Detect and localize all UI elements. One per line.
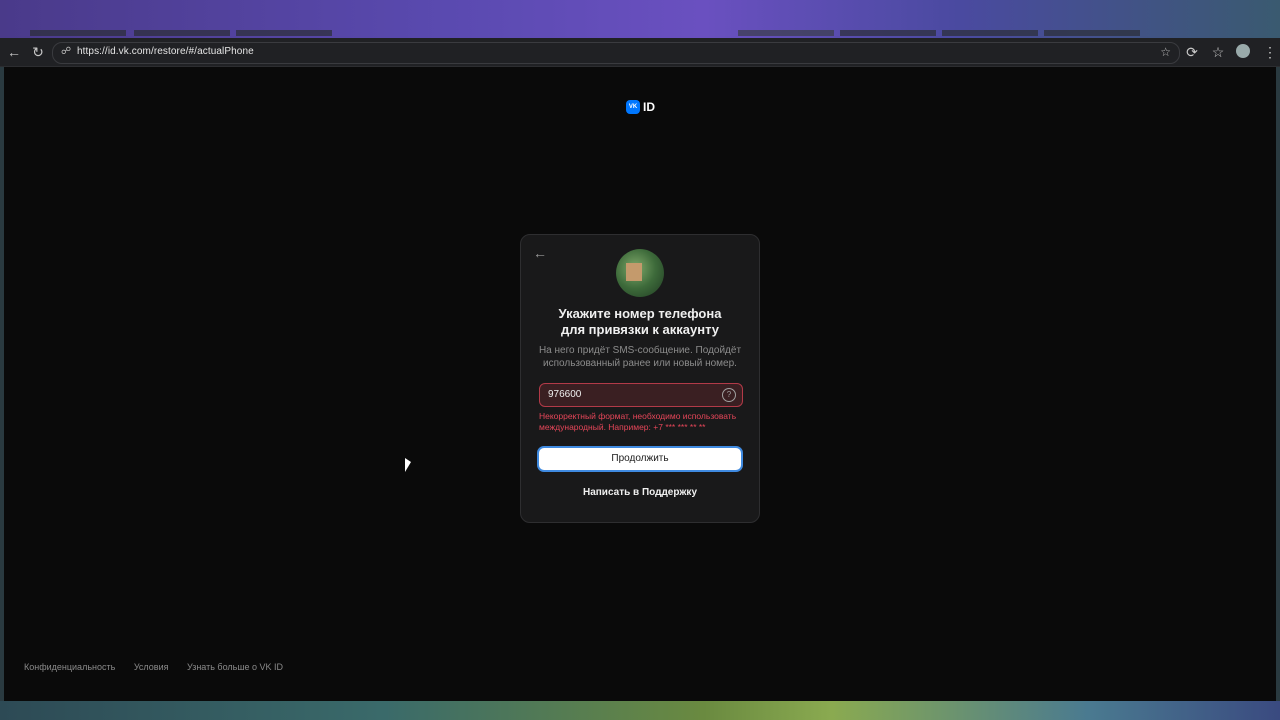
continue-button[interactable]: Продолжить: [537, 446, 743, 472]
browser-tab[interactable]: [30, 30, 126, 36]
user-avatar: [616, 249, 664, 297]
favorites-icon[interactable]: ☆: [1210, 44, 1226, 60]
card-title: Укажите номер телефона для привязки к ак…: [558, 306, 722, 337]
browser-tab[interactable]: [236, 30, 332, 36]
browser-tab-active[interactable]: [738, 30, 834, 36]
browser-tab[interactable]: [840, 30, 936, 36]
question-icon[interactable]: ?: [722, 388, 736, 402]
reload-icon[interactable]: ↻: [30, 44, 46, 60]
browser-tab[interactable]: [942, 30, 1038, 36]
terms-link[interactable]: Условия: [134, 662, 169, 672]
more-menu-icon[interactable]: ⋮: [1262, 44, 1278, 60]
card-subtitle: На него придёт SMS-сообщение. Подойдёт и…: [538, 345, 742, 369]
phone-input[interactable]: 976600 ?: [539, 383, 743, 407]
logo-text: ID: [643, 100, 655, 114]
profile-avatar[interactable]: [1236, 44, 1250, 58]
phone-input-value[interactable]: 976600: [548, 389, 581, 400]
address-bar[interactable]: ☍ https://id.vk.com/restore/#/actualPhon…: [52, 42, 1180, 64]
footer-links: Конфиденциальность Условия Узнать больше…: [24, 662, 299, 672]
browser-tab[interactable]: [134, 30, 230, 36]
mouse-cursor: [405, 458, 411, 472]
url-text[interactable]: https://id.vk.com/restore/#/actualPhone: [77, 46, 254, 57]
back-arrow-icon[interactable]: ←: [6, 44, 22, 60]
privacy-link[interactable]: Конфиденциальность: [24, 662, 115, 672]
star-icon[interactable]: ☆: [1160, 45, 1171, 59]
about-link[interactable]: Узнать больше о VK ID: [187, 662, 283, 672]
support-link[interactable]: Написать в Поддержку: [521, 487, 759, 498]
phone-card: ← Укажите номер телефона для привязки к …: [520, 234, 760, 523]
page-content: VK ID ← Укажите номер телефона для привя…: [4, 67, 1276, 701]
error-message: Некорректный формат, необходимо использо…: [539, 411, 737, 432]
browser-tab[interactable]: [1044, 30, 1140, 36]
site-info-icon[interactable]: ☍: [61, 46, 73, 58]
back-arrow-icon[interactable]: ←: [533, 245, 547, 261]
extensions-icon[interactable]: ⟳: [1184, 44, 1200, 60]
browser-toolbar: ← ↻ ☍ https://id.vk.com/restore/#/actual…: [0, 38, 1280, 67]
vk-logo-icon: VK: [626, 100, 640, 114]
taskbar: [0, 701, 1280, 720]
browser-tab-strip: [0, 0, 1280, 38]
